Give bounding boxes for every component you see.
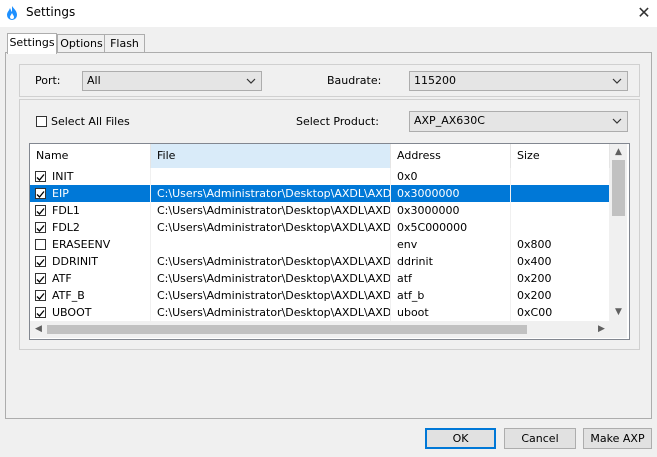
port-combo[interactable]: All xyxy=(82,71,262,91)
product-value: AXP_AX630C xyxy=(414,114,485,127)
cell-name: EIP xyxy=(30,185,151,202)
scroll-left-icon[interactable]: ◀ xyxy=(30,321,47,338)
table-row[interactable]: FDL1 C:\Users\Administrator\Desktop\AXDL\… xyxy=(30,202,610,219)
table-row[interactable]: UBOOT C:\Users\Administrator\Desktop\AXDL… xyxy=(30,304,610,321)
cell-address: 0x3000000 xyxy=(391,202,511,219)
cell-size: 0xC00 xyxy=(511,304,610,321)
cell-size: 0x800 xyxy=(511,236,610,253)
scroll-up-icon[interactable]: ▲ xyxy=(610,144,627,161)
cell-name: FDL1 xyxy=(30,202,151,219)
cell-file: C:\Users\Administrator\Desktop\AXDL\AXDL… xyxy=(151,219,391,236)
cell-file xyxy=(151,236,391,253)
cancel-button[interactable]: Cancel xyxy=(504,428,576,449)
tab-settings[interactable]: Settings xyxy=(7,33,57,54)
title-bar xyxy=(0,0,657,27)
ok-button[interactable]: OK xyxy=(425,428,496,449)
cell-file: C:\Users\Administrator\Desktop\AXDL\AXDL… xyxy=(151,202,391,219)
cell-name: ATF_B xyxy=(30,287,151,304)
port-label: Port: xyxy=(35,74,61,87)
chevron-down-icon xyxy=(612,78,622,84)
cell-file: C:\Users\Administrator\Desktop\AXDL\AXDL… xyxy=(151,304,391,321)
product-label: Select Product: xyxy=(296,115,379,128)
cell-size xyxy=(511,202,610,219)
flame-icon xyxy=(7,6,17,20)
tab-options[interactable]: Options xyxy=(57,34,106,53)
baudrate-combo[interactable]: 115200 xyxy=(409,71,628,91)
cell-file: C:\Users\Administrator\Desktop\AXDL\AXDL… xyxy=(151,185,391,202)
window-title: Settings xyxy=(26,5,76,19)
tab-flash[interactable]: Flash xyxy=(104,34,145,53)
column-header-name[interactable]: Name xyxy=(30,144,151,168)
cell-name: INIT xyxy=(30,168,151,185)
cell-address: 0x5C000000 xyxy=(391,219,511,236)
cell-address: ddrinit xyxy=(391,253,511,270)
scroll-right-icon[interactable]: ▶ xyxy=(593,321,610,338)
table-row[interactable]: ATF_B C:\Users\Administrator\Desktop\AXDL… xyxy=(30,287,610,304)
files-table: Name File Address Size INIT 0x0 EIP C:\User… xyxy=(29,143,630,340)
cell-address: env xyxy=(391,236,511,253)
select-all-label[interactable]: Select All Files xyxy=(51,115,130,129)
cell-size: 0x200 xyxy=(511,287,610,304)
horizontal-scrollbar[interactable]: ◀ ▶ xyxy=(30,321,610,338)
baudrate-label: Baudrate: xyxy=(327,74,382,87)
chevron-down-icon xyxy=(246,78,256,84)
table-row[interactable]: ATF C:\Users\Administrator\Desktop\AXDL\A… xyxy=(30,270,610,287)
cell-size xyxy=(511,219,610,236)
table-row[interactable]: EIP C:\Users\Administrator\Desktop\AXDL\A… xyxy=(30,185,610,202)
vertical-scroll-thumb[interactable] xyxy=(612,160,625,216)
close-button[interactable]: ✕ xyxy=(634,3,654,23)
cell-name: DDRINIT xyxy=(30,253,151,270)
cell-file: C:\Users\Administrator\Desktop\AXDL\AXDL… xyxy=(151,287,391,304)
chevron-down-icon xyxy=(612,118,622,124)
cell-size xyxy=(511,168,610,185)
cell-name: UBOOT xyxy=(30,304,151,321)
make-axp-button[interactable]: Make AXP xyxy=(583,428,652,449)
select-all-checkbox[interactable] xyxy=(36,116,47,127)
table-row[interactable]: FDL2 C:\Users\Administrator\Desktop\AXDL\… xyxy=(30,219,610,236)
horizontal-scroll-thumb[interactable] xyxy=(47,325,527,334)
cell-address: atf_b xyxy=(391,287,511,304)
baudrate-value: 115200 xyxy=(414,74,456,87)
column-header-address[interactable]: Address xyxy=(391,144,511,168)
table-row[interactable]: ERASEENV env 0x800 xyxy=(30,236,610,253)
product-combo[interactable]: AXP_AX630C xyxy=(409,111,628,132)
cell-address: 0x3000000 xyxy=(391,185,511,202)
table-row[interactable]: DDRINIT C:\Users\Administrator\Desktop\AX… xyxy=(30,253,610,270)
cell-name: ERASEENV xyxy=(30,236,151,253)
cell-address: uboot xyxy=(391,304,511,321)
table-body: INIT 0x0 EIP C:\Users\Administrator\Desktop… xyxy=(30,168,610,321)
cell-size: 0x400 xyxy=(511,253,610,270)
cell-name: ATF xyxy=(30,270,151,287)
cell-size: 0x200 xyxy=(511,270,610,287)
cell-name: FDL2 xyxy=(30,219,151,236)
port-value: All xyxy=(87,74,101,87)
cell-address: 0x0 xyxy=(391,168,511,185)
scroll-down-icon[interactable]: ▼ xyxy=(610,304,627,321)
column-header-size[interactable]: Size xyxy=(511,144,610,168)
cell-size xyxy=(511,185,610,202)
column-header-file[interactable]: File xyxy=(151,144,391,168)
vertical-scrollbar[interactable]: ▲ ▼ xyxy=(610,144,627,321)
cell-file: C:\Users\Administrator\Desktop\AXDL\AXDL… xyxy=(151,253,391,270)
cell-file: C:\Users\Administrator\Desktop\AXDL\AXDL… xyxy=(151,270,391,287)
scroll-corner xyxy=(610,321,627,338)
cell-address: atf xyxy=(391,270,511,287)
table-row[interactable]: INIT 0x0 xyxy=(30,168,610,185)
cell-file xyxy=(151,168,391,185)
